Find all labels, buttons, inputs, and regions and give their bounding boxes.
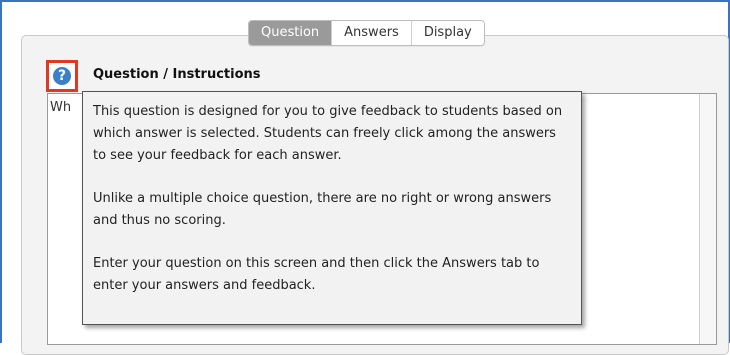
question-mark-icon: ? [53, 67, 71, 85]
tab-answers[interactable]: Answers [331, 21, 411, 45]
tab-display[interactable]: Display [410, 21, 484, 45]
tooltip-paragraph-2: Unlike a multiple choice question, there… [93, 191, 552, 228]
help-button[interactable]: ? [46, 60, 78, 92]
tooltip-paragraph-1: This question is designed for you to giv… [93, 104, 563, 163]
help-tooltip: This question is designed for you to giv… [82, 91, 582, 325]
section-title: Question / Instructions [93, 67, 261, 82]
app-frame: Question Answers Display ? Question / In… [0, 0, 730, 355]
tab-question[interactable]: Question [249, 21, 332, 45]
editor-text: Wh [50, 100, 72, 115]
tab-bar: Question Answers Display [248, 20, 485, 46]
tooltip-paragraph-3: Enter your question on this screen and t… [93, 256, 540, 293]
editor-scrollbar[interactable] [699, 94, 716, 344]
